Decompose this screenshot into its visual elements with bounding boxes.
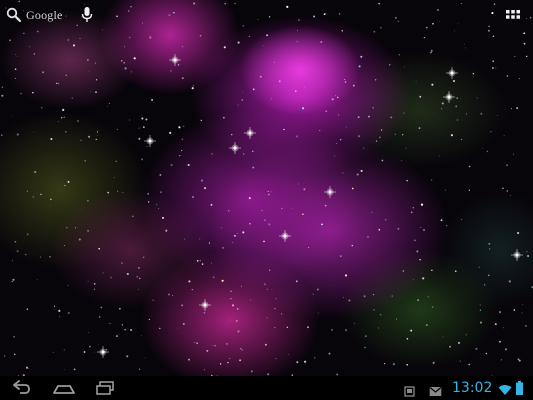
apps-grid-icon[interactable] <box>506 9 520 23</box>
battery-icon <box>516 380 523 399</box>
wifi-icon <box>498 381 512 400</box>
system-navigation-bar: 13:02 <box>0 376 533 400</box>
recent-apps-icon[interactable] <box>94 379 116 397</box>
status-clock: 13:02 <box>452 380 493 396</box>
search-icon <box>6 7 22 23</box>
back-icon[interactable] <box>10 379 32 397</box>
search-label: Google <box>26 7 63 22</box>
home-icon[interactable] <box>52 379 76 397</box>
gmail-notification-icon[interactable] <box>429 382 442 400</box>
home-top-bar: Google <box>0 0 533 30</box>
starfield <box>1 0 533 376</box>
microphone-icon[interactable] <box>81 6 93 24</box>
home-screen: Google 13:02 <box>0 0 533 400</box>
screenshot-notification-icon[interactable] <box>404 382 415 400</box>
google-search-bar[interactable]: Google <box>6 6 63 24</box>
